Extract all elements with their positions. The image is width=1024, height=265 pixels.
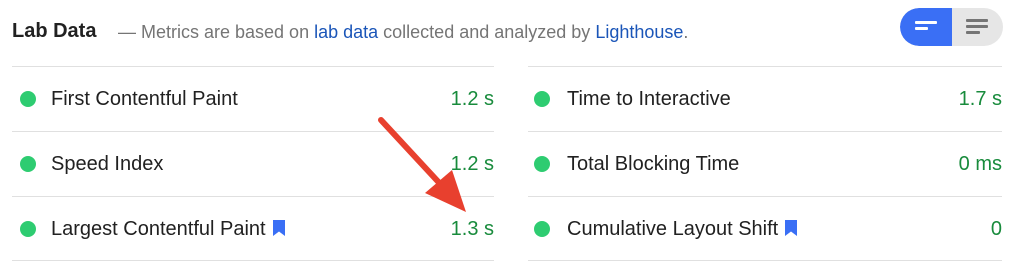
lab-data-header: Lab Data — Metrics are based on lab data… <box>12 0 1012 66</box>
section-title: Lab Data <box>12 20 97 42</box>
compact-view-icon <box>915 19 937 35</box>
metric-label: Speed Index <box>51 153 164 175</box>
pass-status-icon <box>20 156 36 172</box>
metric-label: Total Blocking Time <box>567 153 740 175</box>
view-toggle <box>900 8 1003 46</box>
pass-status-icon <box>20 221 36 237</box>
pass-status-icon <box>534 221 550 237</box>
metric-label-with-bookmark: Largest Contentful Paint <box>51 218 286 241</box>
expanded-view-button[interactable] <box>951 8 1003 46</box>
metric-value: 1.2 s <box>450 88 494 110</box>
pass-status-icon <box>534 91 550 107</box>
metric-row[interactable]: Time to Interactive 1.7 s <box>528 66 1002 131</box>
pass-status-icon <box>534 156 550 172</box>
metric-label: Cumulative Layout Shift <box>567 218 779 240</box>
metric-value: 1.3 s <box>450 218 494 240</box>
metric-row[interactable]: Largest Contentful Paint 1.3 s <box>12 196 494 261</box>
metrics-left-column: First Contentful Paint 1.2 s Speed Index… <box>12 66 494 261</box>
description-suffix: . <box>683 22 689 42</box>
metric-value: 0 <box>990 218 1002 240</box>
section-description: — Metrics are based on lab data collecte… <box>118 22 688 43</box>
metric-label: Time to Interactive <box>567 88 731 110</box>
metric-value: 1.2 s <box>450 153 494 175</box>
lab-data-link[interactable]: lab data <box>314 22 378 42</box>
metric-label: First Contentful Paint <box>51 88 238 110</box>
description-middle: collected and analyzed by <box>378 22 596 42</box>
metric-label: Largest Contentful Paint <box>51 218 266 240</box>
metric-value: 1.7 s <box>958 88 1002 110</box>
metric-row[interactable]: Total Blocking Time 0 ms <box>528 131 1002 196</box>
pass-status-icon <box>20 91 36 107</box>
metric-row[interactable]: Speed Index 1.2 s <box>12 131 494 196</box>
compact-view-button[interactable] <box>900 8 952 46</box>
bookmark-icon <box>272 220 285 236</box>
description-prefix: — Metrics are based on <box>118 22 315 42</box>
expanded-view-icon <box>966 19 988 35</box>
metrics-right-column: Time to Interactive 1.7 s Total Blocking… <box>528 66 1002 261</box>
metric-label-with-bookmark: Cumulative Layout Shift <box>567 218 798 241</box>
metric-row[interactable]: Cumulative Layout Shift 0 <box>528 196 1002 261</box>
lighthouse-link[interactable]: Lighthouse <box>595 22 683 42</box>
metric-value: 0 ms <box>958 153 1002 175</box>
bookmark-icon <box>785 220 798 236</box>
metric-row[interactable]: First Contentful Paint 1.2 s <box>12 66 494 131</box>
